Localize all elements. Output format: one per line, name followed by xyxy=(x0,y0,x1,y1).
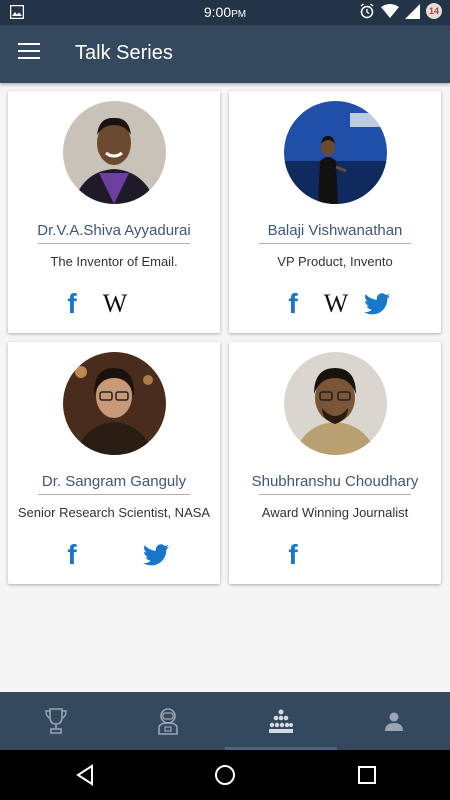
person-icon xyxy=(385,712,403,731)
nav-item-astronaut[interactable] xyxy=(112,692,224,750)
wifi-icon xyxy=(381,3,399,18)
twitter-icon[interactable] xyxy=(363,289,391,319)
trophy-icon xyxy=(45,708,67,734)
home-icon[interactable] xyxy=(212,762,238,788)
speaker-title: Senior Research Scientist, NASA xyxy=(17,505,211,520)
audience-icon xyxy=(269,709,293,733)
divider xyxy=(38,494,190,495)
page-title: Talk Series xyxy=(75,42,173,64)
nav-item-profile[interactable] xyxy=(338,692,450,750)
speaker-card[interactable]: Shubhranshu Choudhary Award Winning Jour… xyxy=(229,342,441,584)
astronaut-icon xyxy=(158,708,178,735)
facebook-icon[interactable]: f xyxy=(283,288,303,319)
battery-icon: 14 xyxy=(426,3,442,19)
divider xyxy=(259,243,411,244)
hamburger-menu-icon[interactable] xyxy=(18,43,40,61)
speaker-name[interactable]: Dr.V.A.Shiva Ayyadurai xyxy=(8,222,220,239)
facebook-icon[interactable]: f xyxy=(62,288,82,319)
recent-apps-icon[interactable] xyxy=(354,762,380,788)
wikipedia-icon[interactable]: W xyxy=(100,289,130,319)
speaker-title: Award Winning Journalist xyxy=(261,505,409,520)
app-bar: Talk Series xyxy=(0,25,450,83)
speaker-card[interactable]: Dr. Sangram Ganguly Senior Research Scie… xyxy=(8,342,220,584)
speaker-name[interactable]: Shubhranshu Choudhary xyxy=(229,473,441,490)
divider xyxy=(259,494,411,495)
signal-icon xyxy=(405,3,420,19)
social-links: f W xyxy=(8,288,220,319)
speaker-avatar xyxy=(284,101,387,204)
speaker-title: VP Product, Invento xyxy=(277,254,393,269)
speaker-name[interactable]: Dr. Sangram Ganguly xyxy=(8,473,220,490)
facebook-icon[interactable]: f xyxy=(62,539,82,570)
speaker-avatar xyxy=(284,352,387,455)
status-bar: 9:00PM 14 xyxy=(0,0,450,25)
speaker-card[interactable]: Balaji Vishwanathan VP Product, Invento … xyxy=(229,91,441,333)
nav-item-trophy[interactable] xyxy=(0,692,112,750)
speaker-title: The Inventor of Email. xyxy=(50,254,178,269)
social-links: f xyxy=(229,539,441,570)
social-links: f W xyxy=(229,288,441,319)
nav-item-audience[interactable] xyxy=(225,692,337,750)
back-icon[interactable] xyxy=(72,762,98,788)
speaker-card[interactable]: Dr.V.A.Shiva Ayyadurai The Inventor of E… xyxy=(8,91,220,333)
twitter-icon[interactable] xyxy=(142,540,170,570)
bottom-navigation xyxy=(0,692,450,750)
battery-level: 14 xyxy=(428,6,439,16)
speaker-avatar xyxy=(63,101,166,204)
divider xyxy=(38,243,190,244)
system-navigation-bar xyxy=(0,750,450,800)
speaker-avatar xyxy=(63,352,166,455)
facebook-icon[interactable]: f xyxy=(283,539,303,570)
wikipedia-icon[interactable]: W xyxy=(321,289,351,319)
alarm-icon xyxy=(360,3,374,19)
social-links: f xyxy=(8,539,220,570)
speaker-name[interactable]: Balaji Vishwanathan xyxy=(229,222,441,239)
